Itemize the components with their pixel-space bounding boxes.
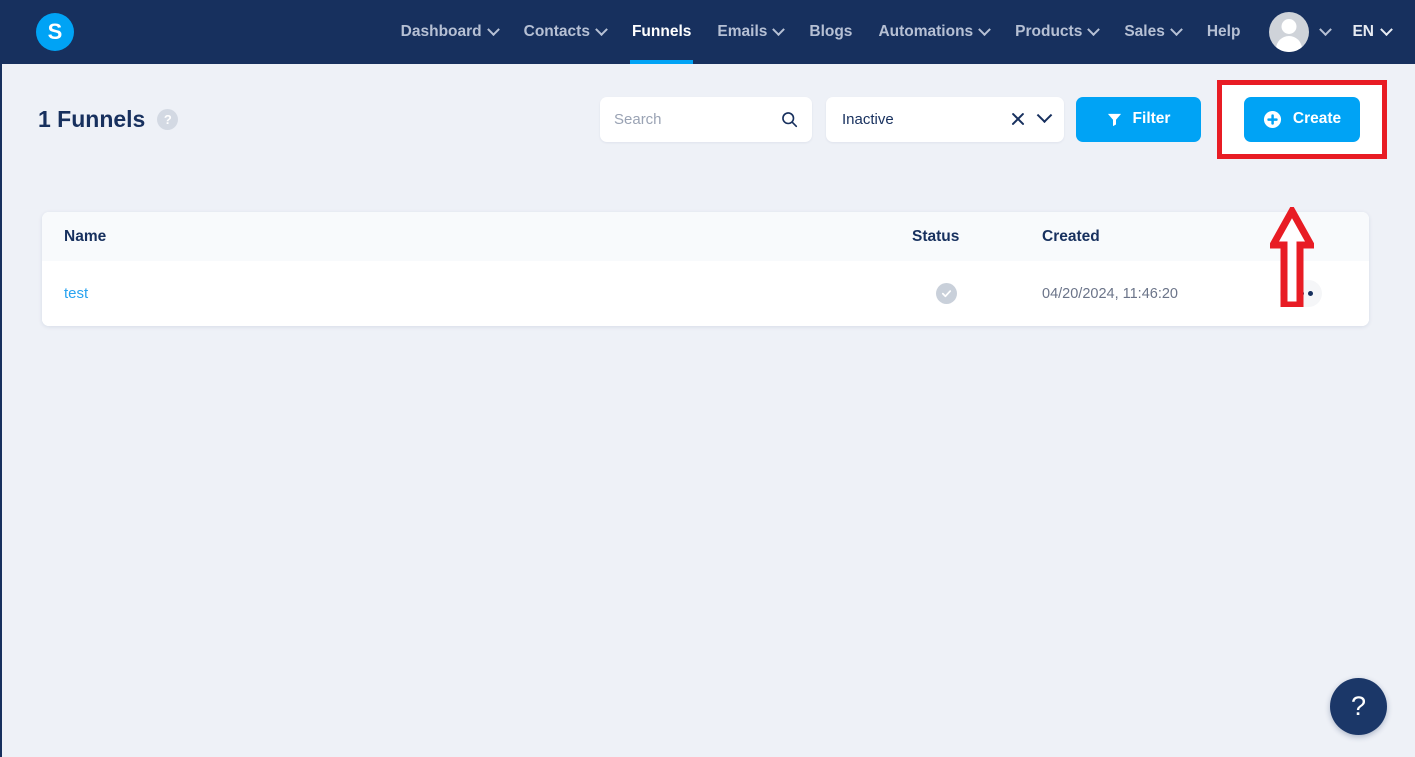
nav-label-emails: Emails <box>717 23 768 40</box>
annotation-arrow-icon <box>1270 207 1314 307</box>
nav-item-funnels[interactable]: Funnels <box>619 0 704 64</box>
table-header-row: Name Status Created <box>42 212 1369 261</box>
chevron-down-icon <box>978 22 992 36</box>
nav-item-help[interactable]: Help <box>1194 0 1254 64</box>
chevron-down-icon <box>595 22 608 36</box>
nav-label-contacts: Contacts <box>523 23 590 40</box>
status-check-icon <box>936 283 957 304</box>
nav-item-sales[interactable]: Sales <box>1111 0 1194 64</box>
help-badge-icon[interactable]: ? <box>157 108 179 130</box>
top-navbar: S Dashboard Contacts Funnels Emails Blog… <box>0 0 1415 64</box>
nav-label-funnels: Funnels <box>631 23 692 40</box>
table-row[interactable]: test 04/20/2024, 11:46:20 <box>42 261 1369 326</box>
page-title-text: 1 Funnels <box>38 105 146 132</box>
page-content: 1 Funnels ? Inactive Filter <box>0 64 1415 757</box>
page-title: 1 Funnels ? <box>38 105 179 133</box>
nav-item-emails[interactable]: Emails <box>704 0 796 64</box>
avatar <box>1269 12 1310 52</box>
filter-button[interactable]: Filter <box>1076 96 1201 142</box>
status-filter-value: Inactive <box>842 110 894 128</box>
language-selector[interactable]: EN <box>1340 22 1397 41</box>
chevron-down-icon <box>1380 22 1393 36</box>
chevron-down-icon <box>1169 22 1183 36</box>
primary-navigation: Dashboard Contacts Funnels Emails Blogs … <box>388 0 1397 64</box>
column-header-created: Created <box>1042 227 1100 245</box>
language-label: EN <box>1352 23 1374 40</box>
filter-icon <box>1107 113 1121 126</box>
search-input[interactable] <box>614 110 775 128</box>
nav-item-contacts[interactable]: Contacts <box>511 0 619 64</box>
cell-name: test <box>64 285 912 303</box>
nav-item-automations[interactable]: Automations <box>865 0 1002 64</box>
nav-label-automations: Automations <box>878 23 974 40</box>
filter-button-label: Filter <box>1132 110 1171 127</box>
chevron-down-icon <box>772 22 786 36</box>
chevron-down-icon[interactable] <box>1036 106 1053 123</box>
nav-label-dashboard: Dashboard <box>400 23 482 40</box>
plus-circle-icon <box>1263 110 1281 128</box>
search-icon[interactable] <box>781 111 798 128</box>
column-header-name: Name <box>64 227 107 245</box>
cell-status <box>912 283 1042 304</box>
chevron-down-icon <box>486 22 500 36</box>
help-fab-button[interactable]: ? <box>1330 678 1387 735</box>
avatar-body <box>1276 36 1303 52</box>
cell-created: 04/20/2024, 11:46:20 <box>1042 285 1178 302</box>
nav-item-blogs[interactable]: Blogs <box>796 0 865 64</box>
create-button[interactable]: Create <box>1244 96 1360 142</box>
nav-label-blogs: Blogs <box>809 23 853 40</box>
nav-label-help: Help <box>1206 23 1241 40</box>
nav-item-dashboard[interactable]: Dashboard <box>388 0 511 64</box>
nav-label-products: Products <box>1015 23 1083 40</box>
close-icon[interactable] <box>1009 110 1027 128</box>
funnel-name-link[interactable]: test <box>64 285 88 302</box>
status-filter-select[interactable]: Inactive <box>826 96 1064 142</box>
chevron-down-icon <box>1087 22 1101 36</box>
nav-item-products[interactable]: Products <box>1002 0 1111 64</box>
app-logo[interactable]: S <box>36 13 74 51</box>
create-button-label: Create <box>1292 110 1342 127</box>
funnels-table: Name Status Created test 04/20/2024, 11:… <box>42 212 1369 326</box>
search-box[interactable] <box>600 96 812 142</box>
chevron-down-icon <box>1319 22 1333 36</box>
column-header-status: Status <box>912 227 960 245</box>
toolbar: 1 Funnels ? Inactive Filter <box>2 64 1415 159</box>
user-menu[interactable] <box>1253 12 1340 52</box>
nav-label-sales: Sales <box>1124 23 1165 40</box>
avatar-head <box>1281 19 1297 34</box>
create-button-highlight: Create <box>1217 79 1387 159</box>
